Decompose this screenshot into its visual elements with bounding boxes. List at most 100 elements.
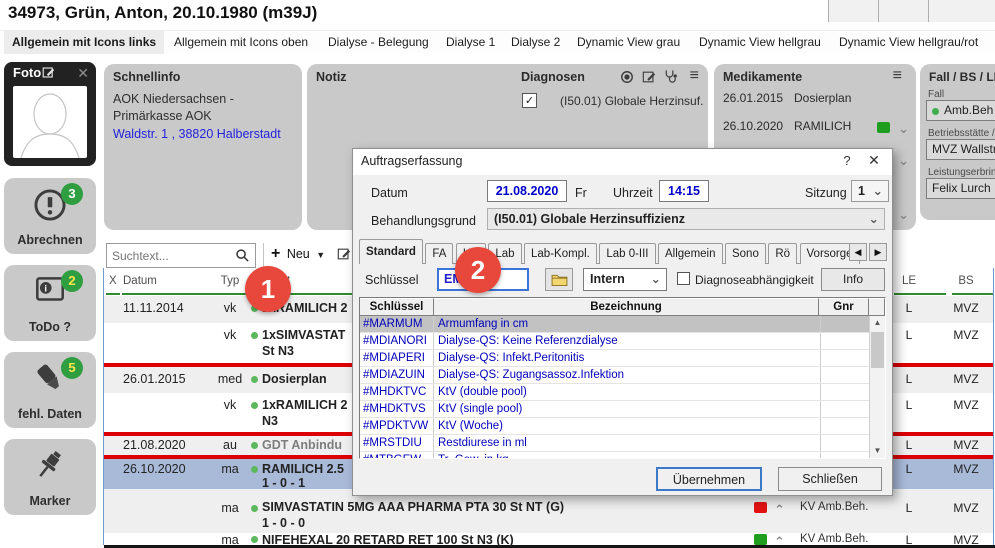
- tab-dynamic-view-hellgrau-rot[interactable]: Dynamic View hellgrau/rot: [831, 31, 986, 54]
- schliessen-button[interactable]: Schließen: [778, 467, 882, 491]
- titlebar-cell: [828, 0, 878, 22]
- tab-scroll-right-icon[interactable]: ▶: [869, 243, 887, 261]
- chevron-up-icon[interactable]: ⌃: [774, 536, 785, 547]
- diagnoseabhaengigkeit-checkbox[interactable]: [677, 272, 690, 285]
- search-input[interactable]: [112, 245, 232, 266]
- toolbar-separator: [263, 243, 264, 268]
- scroll-down-icon[interactable]: ▼: [870, 444, 885, 458]
- menu-icon[interactable]: ≡: [690, 67, 699, 85]
- status-dot-icon: [251, 466, 258, 473]
- tab-fa[interactable]: FA: [425, 243, 453, 264]
- status-square-red: [754, 502, 767, 513]
- status-dot-icon: [251, 536, 258, 543]
- table-row[interactable]: ma NIFEHEXAL 20 RETARD RET 100 St N3 (K)…: [104, 533, 993, 545]
- status-dot-icon: [251, 505, 258, 512]
- betriebsstaette-label: Betriebsstätte / BS: [928, 128, 995, 139]
- list-row-selected[interactable]: #MARMUMArmumfang in cm: [360, 316, 871, 333]
- scroll-up-icon[interactable]: ▲: [870, 316, 885, 330]
- tab-allgemein-icons-links[interactable]: Allgemein mit Icons links: [4, 31, 164, 54]
- folder-button[interactable]: [545, 268, 573, 291]
- uhrzeit-input[interactable]: 14:15: [659, 180, 709, 202]
- datum-input[interactable]: 21.08.2020: [487, 180, 567, 202]
- chevron-down-icon[interactable]: ⌄: [898, 209, 909, 220]
- fall-panel-title: Fall / BS / LE: [929, 70, 995, 84]
- list-row[interactable]: #MHDKTVCKtV (double pool): [360, 384, 871, 401]
- behandlungsgrund-select[interactable]: (I50.01) Globale Herzinsuffizienz ⌄: [487, 208, 885, 230]
- patient-photo-placeholder: [13, 86, 87, 158]
- list-row[interactable]: #MPDKTVWKtV (Woche): [360, 418, 871, 435]
- tab-roe[interactable]: Rö: [768, 243, 797, 264]
- edit-icon[interactable]: [642, 70, 656, 89]
- tab-sono[interactable]: Sono: [725, 243, 766, 264]
- list-col-bezeichnung[interactable]: Bezeichnung: [434, 298, 819, 316]
- list-col-blank: [869, 298, 885, 316]
- close-icon[interactable]: ✕: [864, 152, 884, 169]
- diagnose-checkbox[interactable]: ✓: [522, 93, 537, 108]
- help-icon[interactable]: ?: [838, 153, 856, 168]
- uebernehmen-button[interactable]: Übernehmen: [656, 467, 762, 491]
- address-link[interactable]: Waldstr. 1 , 38820 Halberstadt: [113, 127, 299, 141]
- fehlende-daten-button[interactable]: 5 fehl. Daten: [4, 352, 96, 428]
- tab-dialyse-belegung[interactable]: Dialyse - Belegung: [320, 31, 437, 54]
- tab-lab-kompl[interactable]: Lab-Kompl.: [524, 243, 597, 264]
- tab-scroll-left-icon[interactable]: ◀: [849, 243, 867, 261]
- stethoscope-icon[interactable]: [663, 69, 678, 89]
- list-row[interactable]: #MHDKTVSKtV (single pool): [360, 401, 871, 418]
- scroll-thumb[interactable]: [871, 332, 884, 368]
- uhrzeit-label: Uhrzeit: [613, 186, 653, 200]
- status-square-green: [877, 122, 890, 133]
- list-row[interactable]: #MDIAPERIDialyse-QS: Infekt.Peritonitis: [360, 350, 871, 367]
- list-row[interactable]: #MDIAZUINDialyse-QS: Zugangsassoz.Infekt…: [360, 367, 871, 384]
- chevron-down-icon[interactable]: ⌄: [898, 155, 909, 166]
- weekday-label: Fr: [575, 186, 587, 200]
- tab-standard[interactable]: Standard: [359, 239, 423, 264]
- record-icon[interactable]: [620, 70, 634, 89]
- list-col-gnr[interactable]: Gnr: [819, 298, 869, 316]
- svg-text:i: i: [44, 284, 47, 295]
- menu-icon[interactable]: ≡: [893, 67, 902, 85]
- leistungserbringer-field[interactable]: Felix Lurch: [926, 178, 995, 199]
- edit-icon[interactable]: [42, 66, 55, 84]
- edit-icon[interactable]: [337, 247, 351, 266]
- todo-button[interactable]: i 2 ToDo ?: [4, 265, 96, 341]
- list-col-schluessel[interactable]: Schlüssel: [360, 298, 434, 316]
- medikamente-title: Medikamente: [723, 70, 802, 84]
- list-row[interactable]: #MTBGEWTr.-Gew. in kg: [360, 452, 871, 459]
- info-button[interactable]: Info: [821, 268, 885, 291]
- betriebsstaette-field[interactable]: MVZ Wallstra: [926, 139, 995, 160]
- medication-row[interactable]: 26.01.2015 Dosierplan: [723, 91, 912, 109]
- app-window: 34973, Grün, Anton, 20.10.1980 (m39J) Al…: [0, 0, 995, 548]
- status-square-green: [754, 534, 767, 545]
- abrechnen-button[interactable]: 3 Abrechnen: [4, 178, 96, 254]
- col-datum[interactable]: Datum: [123, 275, 157, 287]
- status-dot-icon: [251, 376, 258, 383]
- list-row[interactable]: #MRSTDIURestdiurese in ml: [360, 435, 871, 452]
- chevron-down-icon[interactable]: ⌄: [898, 123, 909, 134]
- medication-row[interactable]: 26.10.2020 RAMILICH ⌄: [723, 119, 912, 137]
- marker-button[interactable]: Marker: [4, 439, 96, 515]
- list-row[interactable]: #MDIANORIDialyse-QS: Keine Referenzdialy…: [360, 333, 871, 350]
- select-caret-icon: ⌄: [873, 181, 883, 201]
- fall-field[interactable]: Amb.Beh: [926, 100, 995, 121]
- schnellinfo-panel: Schnellinfo AOK Niedersachsen - Primärka…: [104, 64, 302, 230]
- dialog-titlebar[interactable]: Auftragserfassung ? ✕: [353, 149, 892, 175]
- list-scrollbar[interactable]: ▲ ▼: [869, 316, 885, 458]
- tab-allgemein-icons-oben[interactable]: Allgemein mit Icons oben: [166, 31, 316, 54]
- sitzung-select[interactable]: 1 ⌄: [851, 180, 889, 202]
- chevron-up-icon[interactable]: ⌃: [774, 504, 785, 515]
- source-select[interactable]: Intern ⌄: [583, 268, 667, 291]
- neu-button[interactable]: + Neu ▼: [271, 245, 325, 267]
- diagnose-entry[interactable]: (I50.01) Globale Herzinsuf...: [560, 94, 704, 108]
- tab-dialyse-1[interactable]: Dialyse 1: [438, 31, 503, 54]
- tab-dynamic-view-hellgrau[interactable]: Dynamic View hellgrau: [691, 31, 829, 54]
- tab-dialyse-2[interactable]: Dialyse 2: [503, 31, 568, 54]
- close-icon[interactable]: ✕: [77, 65, 89, 82]
- tab-allgemein[interactable]: Allgemein: [658, 243, 723, 264]
- tab-dynamic-view-grau[interactable]: Dynamic View grau: [569, 31, 688, 54]
- col-x[interactable]: X: [109, 275, 117, 287]
- tab-lab-0-iii[interactable]: Lab 0-III: [599, 243, 655, 264]
- col-bs[interactable]: BS: [942, 275, 990, 287]
- schnellinfo-title: Schnellinfo: [113, 70, 180, 84]
- search-icon[interactable]: [235, 248, 250, 268]
- dialog-title: Auftragserfassung: [361, 154, 462, 168]
